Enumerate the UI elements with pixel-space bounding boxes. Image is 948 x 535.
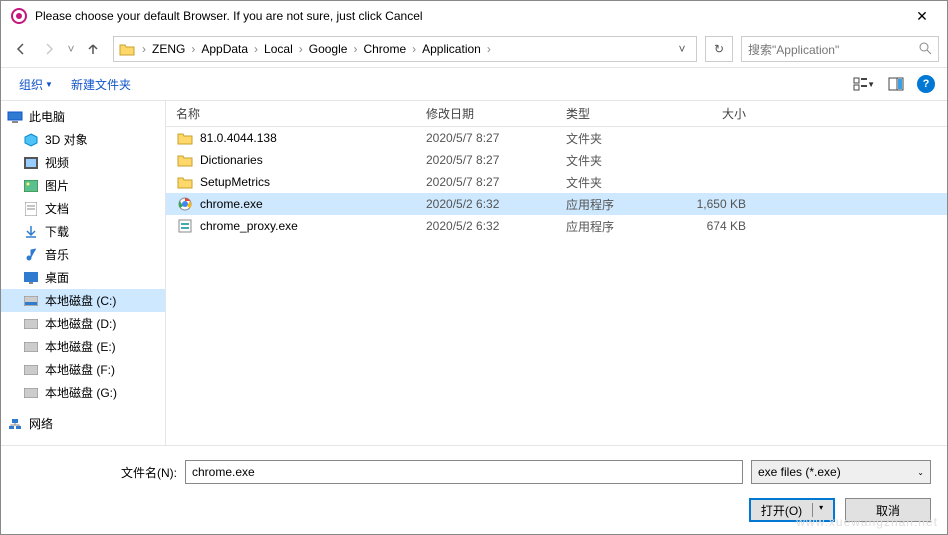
drive-icon — [23, 293, 39, 309]
file-name: Dictionaries — [200, 153, 426, 167]
sidebar: 此电脑 3D 对象 视频 图片 文档 下载 音乐 桌面 本地磁盘 (C:) 本地… — [1, 101, 166, 445]
new-folder-button[interactable]: 新建文件夹 — [65, 74, 137, 95]
file-row[interactable]: chrome_proxy.exe2020/5/2 6:32应用程序674 KB — [166, 215, 947, 237]
music-icon — [23, 247, 39, 263]
drive-icon — [23, 339, 39, 355]
folder-icon — [176, 152, 194, 168]
help-button[interactable]: ? — [917, 75, 935, 93]
breadcrumb[interactable]: Google — [305, 42, 352, 56]
sidebar-item-drive-e[interactable]: 本地磁盘 (E:) — [1, 335, 165, 358]
file-date: 2020/5/7 8:27 — [426, 175, 566, 189]
file-type: 应用程序 — [566, 218, 676, 235]
breadcrumb[interactable]: Application — [418, 42, 485, 56]
back-button[interactable] — [9, 37, 33, 61]
drive-icon — [23, 362, 39, 378]
column-date[interactable]: 修改日期 — [426, 105, 566, 122]
sidebar-item-drive-c[interactable]: 本地磁盘 (C:) — [1, 289, 165, 312]
recent-dropdown[interactable]: ˅ — [65, 42, 77, 56]
file-size: 674 KB — [676, 219, 746, 233]
window-title: Please choose your default Browser. If y… — [35, 9, 907, 23]
breadcrumb[interactable]: AppData — [197, 42, 252, 56]
filename-input[interactable] — [185, 460, 743, 484]
app-icon — [11, 8, 27, 24]
preview-pane-button[interactable] — [885, 73, 907, 95]
folder-icon — [118, 40, 136, 58]
search-icon — [918, 41, 932, 58]
file-name: SetupMetrics — [200, 175, 426, 189]
sidebar-item-music[interactable]: 音乐 — [1, 243, 165, 266]
sidebar-item-pc[interactable]: 此电脑 — [1, 105, 165, 128]
column-size[interactable]: 大小 — [676, 105, 746, 122]
refresh-button[interactable]: ↻ — [705, 36, 733, 62]
video-icon — [23, 155, 39, 171]
file-date: 2020/5/7 8:27 — [426, 153, 566, 167]
folder-icon — [176, 130, 194, 146]
filename-label: 文件名(N): — [17, 464, 177, 481]
file-row[interactable]: SetupMetrics2020/5/7 8:27文件夹 — [166, 171, 947, 193]
column-type[interactable]: 类型 — [566, 105, 676, 122]
cube-icon — [23, 132, 39, 148]
exe-icon — [176, 218, 194, 234]
sidebar-item-pictures[interactable]: 图片 — [1, 174, 165, 197]
search-input[interactable]: 搜索"Application" — [741, 36, 939, 62]
sidebar-item-network[interactable]: 网络 — [1, 412, 165, 435]
filetype-filter[interactable]: exe files (*.exe) ⌄ — [751, 460, 931, 484]
chevron-down-icon: ▾ — [812, 503, 823, 517]
cancel-button[interactable]: 取消 — [845, 498, 931, 522]
column-header-row: 名称 修改日期 类型 大小 — [166, 101, 947, 127]
sidebar-item-downloads[interactable]: 下载 — [1, 220, 165, 243]
file-row[interactable]: chrome.exe2020/5/2 6:32应用程序1,650 KB — [166, 193, 947, 215]
file-type: 文件夹 — [566, 130, 676, 147]
breadcrumb[interactable]: Local — [260, 42, 297, 56]
file-type: 应用程序 — [566, 196, 676, 213]
file-name: chrome.exe — [200, 197, 426, 211]
up-button[interactable] — [81, 37, 105, 61]
file-name: 81.0.4044.138 — [200, 131, 426, 145]
address-dropdown[interactable]: ˅ — [672, 42, 692, 56]
file-type: 文件夹 — [566, 174, 676, 191]
document-icon — [23, 201, 39, 217]
search-placeholder: 搜索"Application" — [748, 41, 839, 58]
breadcrumb[interactable]: Chrome — [359, 42, 410, 56]
chevron-down-icon: ▼ — [45, 80, 53, 89]
folder-icon — [176, 174, 194, 190]
view-options-button[interactable]: ▼ — [853, 73, 875, 95]
drive-icon — [23, 385, 39, 401]
sidebar-item-desktop[interactable]: 桌面 — [1, 266, 165, 289]
sidebar-item-documents[interactable]: 文档 — [1, 197, 165, 220]
chevron-down-icon: ⌄ — [917, 468, 924, 477]
close-button[interactable]: ✕ — [907, 8, 937, 25]
chrome-icon — [176, 196, 194, 212]
network-icon — [7, 416, 23, 432]
file-date: 2020/5/2 6:32 — [426, 219, 566, 233]
sidebar-item-3d[interactable]: 3D 对象 — [1, 128, 165, 151]
file-size: 1,650 KB — [676, 197, 746, 211]
forward-button[interactable] — [37, 37, 61, 61]
organize-menu[interactable]: 组织 ▼ — [13, 74, 59, 95]
sidebar-item-drive-d[interactable]: 本地磁盘 (D:) — [1, 312, 165, 335]
sidebar-item-drive-g[interactable]: 本地磁盘 (G:) — [1, 381, 165, 404]
sidebar-item-videos[interactable]: 视频 — [1, 151, 165, 174]
file-list: 81.0.4044.1382020/5/7 8:27文件夹Dictionarie… — [166, 127, 947, 445]
file-row[interactable]: Dictionaries2020/5/7 8:27文件夹 — [166, 149, 947, 171]
download-icon — [23, 224, 39, 240]
breadcrumb[interactable]: ZENG — [148, 42, 189, 56]
sidebar-item-drive-f[interactable]: 本地磁盘 (F:) — [1, 358, 165, 381]
chevron-right-icon: › — [140, 42, 148, 56]
column-name[interactable]: 名称 — [176, 105, 426, 122]
file-row[interactable]: 81.0.4044.1382020/5/7 8:27文件夹 — [166, 127, 947, 149]
drive-icon — [23, 316, 39, 332]
file-name: chrome_proxy.exe — [200, 219, 426, 233]
address-bar[interactable]: › ZENG› AppData› Local› Google› Chrome› … — [113, 36, 697, 62]
file-type: 文件夹 — [566, 152, 676, 169]
picture-icon — [23, 178, 39, 194]
desktop-icon — [23, 270, 39, 286]
open-button[interactable]: 打开(O)▾ — [749, 498, 835, 522]
file-date: 2020/5/2 6:32 — [426, 197, 566, 211]
pc-icon — [7, 109, 23, 125]
file-date: 2020/5/7 8:27 — [426, 131, 566, 145]
